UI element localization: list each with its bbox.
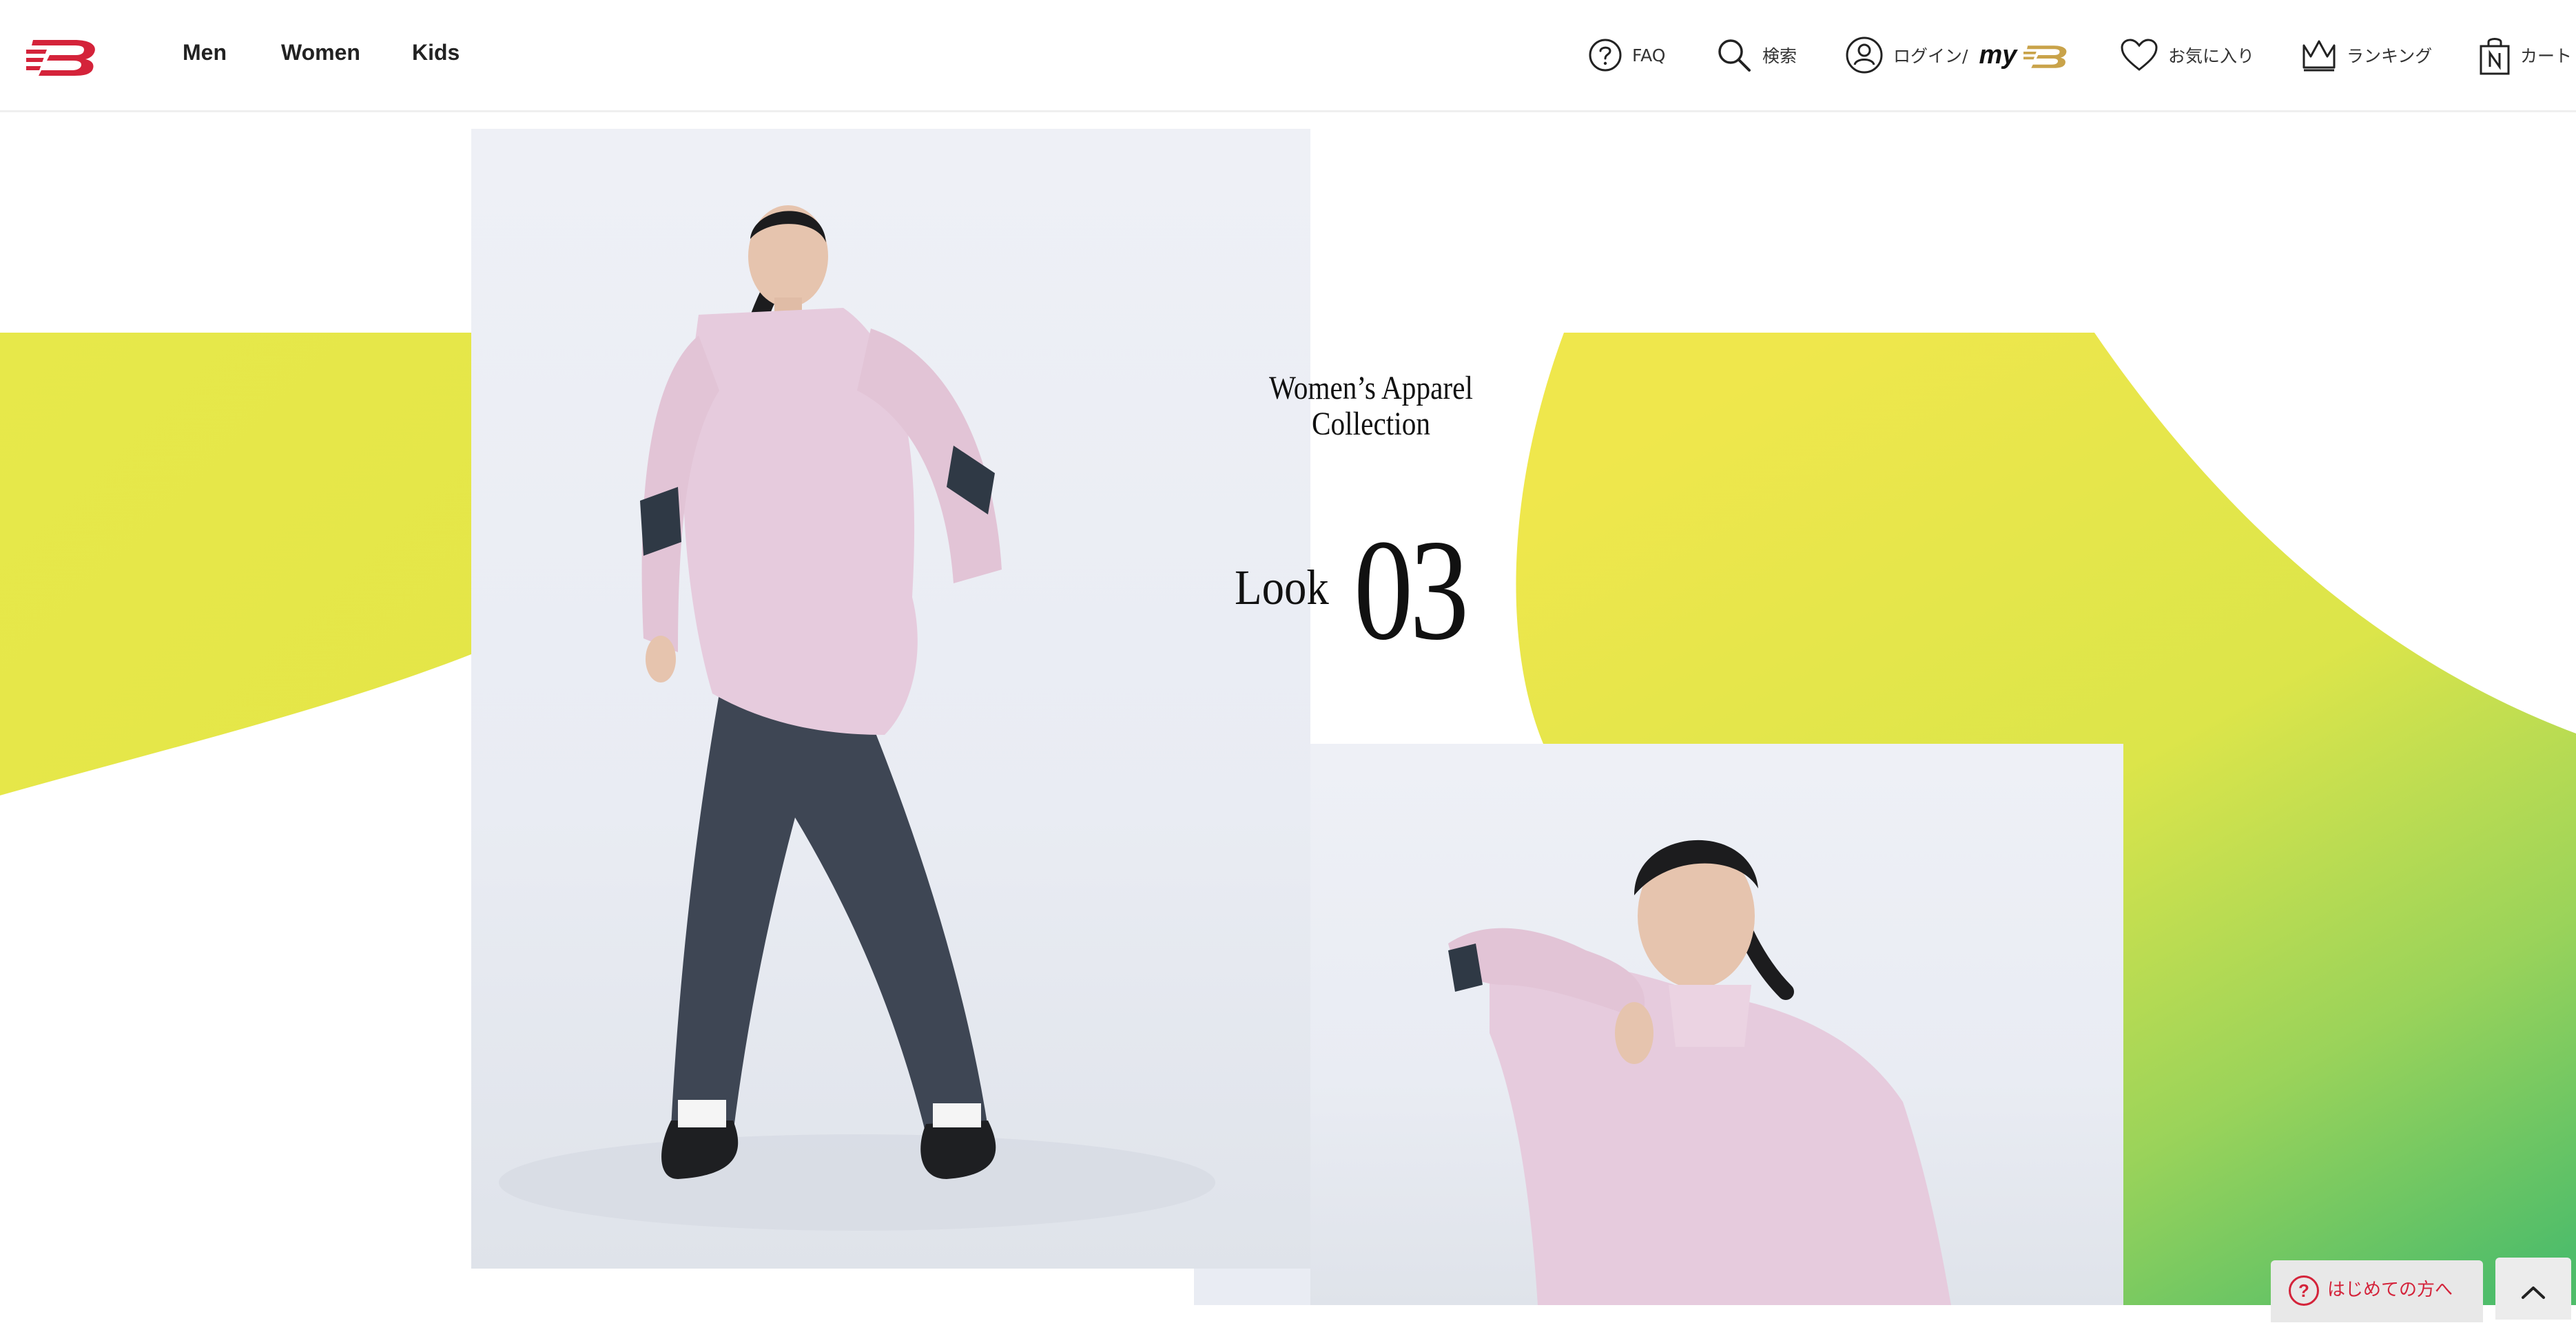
collection-line-1: Women’s Apparel [1269,370,1473,406]
search-icon [1718,39,1751,72]
crown-icon [2302,40,2336,72]
look-word: Look [1235,560,1329,615]
nav-men[interactable]: Men [183,40,227,65]
user-circle-icon [1846,37,1883,74]
shopping-bag-icon [2480,38,2510,75]
login-link[interactable]: ログイン/ my [1845,33,2072,77]
search-label: 検索 [1762,46,1797,66]
search-link[interactable]: 検索 [1715,33,1797,77]
back-to-top-button[interactable] [2495,1258,2571,1320]
yellow-left-shape [0,333,471,795]
faq-link[interactable]: FAQ [1588,33,1665,77]
chevron-up-icon [2522,1286,2545,1299]
ranking-link[interactable]: ランキング [2301,33,2432,77]
mynb-gold-logo-icon [2023,45,2067,68]
look-photo-closeup-extension [1194,1269,1310,1305]
faq-label: FAQ [1632,45,1666,65]
collection-line-2: Collection [1312,406,1430,442]
model-illustration [499,205,1215,1231]
first-time-visitor-button[interactable]: ? はじめての方へ [2271,1260,2483,1322]
model-closeup-illustration [1448,840,1951,1305]
new-balance-logo-icon[interactable] [26,34,103,76]
cart-link[interactable]: カート [2479,33,2572,77]
look-number-row: Look 03 [1233,442,1619,663]
collection-heading: Women’s Apparel Collection [1264,371,1478,442]
question-circle-icon [1589,39,1622,72]
nav-kids[interactable]: Kids [412,40,460,65]
favorites-link[interactable]: お気に入り [2120,33,2254,77]
favorites-label: お気に入り [2168,46,2255,66]
site-header: Men Women Kids FAQ 検索 ログイン/ my お気に入り ランキ… [0,0,2576,112]
question-circle-icon: ? [2289,1275,2319,1306]
look-photo-standing [471,129,1310,1269]
cart-label: カート [2520,46,2573,66]
ranking-label: ランキング [2347,46,2433,66]
login-label: ログイン/ [1893,46,1968,66]
look-number: 03 [1354,510,1469,670]
look-photo-closeup [1310,744,2123,1305]
first-time-label: はじめての方へ [2327,1280,2453,1300]
heart-icon [2121,39,2158,71]
my-brand-text: my [1979,40,2017,70]
look-title-block: Women’s Apparel Collection Look 03 [1233,371,1619,663]
nav-women[interactable]: Women [281,40,360,65]
